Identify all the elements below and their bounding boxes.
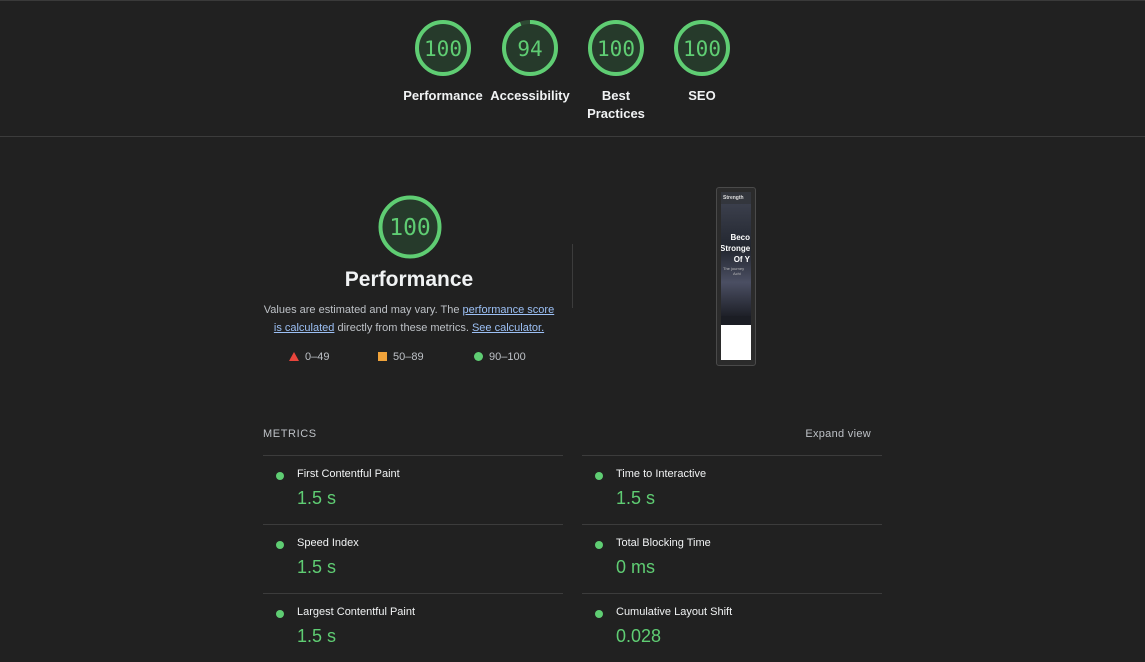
performance-title: Performance (344, 268, 474, 291)
pass-circle-icon (276, 610, 284, 618)
gauge-label: Performance (403, 88, 483, 103)
gauge-score: 94 (517, 37, 542, 61)
gauge-ring: 100 (674, 20, 730, 76)
thumbnail-headline-line: Of Y (733, 255, 750, 264)
metric-largest-contentful-paint: Largest Contentful Paint 1.5 s (263, 593, 563, 662)
expand-view-button[interactable]: Expand view (805, 428, 871, 440)
metric-cumulative-layout-shift: Cumulative Layout Shift 0.028 (582, 593, 882, 662)
circle-icon (474, 352, 483, 361)
thumbnail-subtext-line: Achi (733, 271, 741, 276)
metric-name: Total Blocking Time (616, 537, 711, 549)
metric-total-blocking-time: Total Blocking Time 0 ms (582, 524, 882, 593)
desc-text: Values are estimated and may vary. The (263, 304, 463, 316)
metric-speed-index: Speed Index 1.5 s (263, 524, 563, 593)
pass-circle-icon (276, 472, 284, 480)
legend-range: 0–49 (305, 351, 330, 363)
metrics-header: METRICS Expand view (263, 428, 871, 444)
final-screenshot-thumbnail[interactable]: Strength Beco Stronge Of Y The journey A… (716, 187, 756, 366)
category-gauges: 100 Performance 94 Accessibility 100 Bes… (400, 18, 745, 128)
thumbnail-nav: Strength (721, 192, 751, 204)
metric-name: First Contentful Paint (297, 468, 400, 480)
legend-average: 50–89 (378, 351, 424, 363)
category-scores-bar: 100 Performance 94 Accessibility 100 Bes… (0, 0, 1145, 137)
triangle-icon (289, 352, 299, 361)
metric-value: 1.5 s (616, 488, 656, 508)
pass-circle-icon (595, 610, 603, 618)
metric-time-to-interactive: Time to Interactive 1.5 s (582, 455, 882, 524)
score-scale-legend: 0–49 50–89 90–100 (289, 351, 549, 367)
vertical-divider (572, 244, 573, 308)
thumbnail-headline-line: Stronge (721, 244, 751, 253)
square-icon (378, 352, 387, 361)
pass-circle-icon (595, 541, 603, 549)
gauge-score: 100 (424, 37, 462, 61)
metric-first-contentful-paint: First Contentful Paint 1.5 s (263, 455, 563, 524)
legend-range: 90–100 (489, 351, 526, 363)
performance-score: 100 (389, 215, 431, 241)
gauge-label: Best Practices (587, 88, 645, 121)
metric-name: Time to Interactive (616, 468, 707, 480)
pass-circle-icon (595, 472, 603, 480)
gauge-ring: 94 (502, 20, 558, 76)
metrics-title: METRICS (263, 428, 317, 440)
legend-pass: 90–100 (474, 351, 526, 363)
gauge-accessibility[interactable]: 94 Accessibility (487, 18, 573, 105)
thumbnail-headline: Beco Stronge Of Y (721, 232, 750, 265)
legend-fail: 0–49 (289, 351, 329, 363)
gauge-ring: 100 (415, 20, 471, 76)
gauge-label: Accessibility (490, 88, 570, 103)
gauge-ring: 100 (588, 20, 644, 76)
metric-name: Speed Index (297, 537, 359, 549)
gauge-label: SEO (688, 88, 716, 103)
performance-gauge-ring: 100 (378, 195, 442, 259)
metric-value: 0.028 (616, 626, 662, 646)
metric-name: Largest Contentful Paint (297, 606, 416, 618)
thumbnail-subtext: The journey Achi (723, 266, 744, 276)
performance-gauge: 100 (377, 194, 443, 265)
see-calculator-link[interactable]: See calculator. (472, 322, 544, 334)
thumbnail-white-block (721, 325, 751, 360)
gauge-best-practices[interactable]: 100 Best Practices (573, 18, 659, 123)
thumbnail-headline-line: Beco (730, 233, 750, 242)
gauge-score: 100 (683, 37, 721, 61)
desc-text: directly from these metrics. (334, 322, 472, 334)
legend-range: 50–89 (393, 351, 424, 363)
performance-description: Values are estimated and may vary. The p… (262, 301, 556, 337)
metric-value: 1.5 s (297, 557, 337, 577)
pass-circle-icon (276, 541, 284, 549)
metric-name: Cumulative Layout Shift (616, 606, 733, 618)
gauge-score: 100 (597, 37, 635, 61)
thumbnail-page: Strength Beco Stronge Of Y The journey A… (721, 192, 751, 360)
metric-value: 0 ms (616, 557, 656, 577)
gauge-performance[interactable]: 100 Performance (400, 18, 486, 105)
metric-value: 1.5 s (297, 626, 337, 646)
metric-value: 1.5 s (297, 488, 337, 508)
gauge-seo[interactable]: 100 SEO (659, 18, 745, 105)
